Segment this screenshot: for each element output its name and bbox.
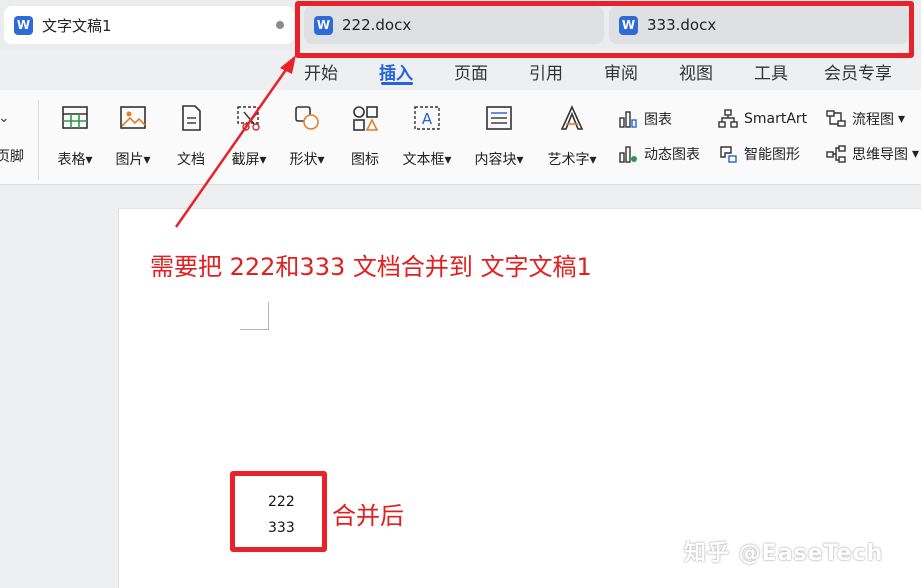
merged-line-333: 333 <box>268 520 295 536</box>
merged-content: 222 333 <box>268 489 295 541</box>
watermark: 知乎 @EaseTech <box>684 541 884 566</box>
merged-annotation: 合并后 <box>332 502 404 530</box>
instruction-annotation: 需要把 222和333 文档合并到 文字文稿1 <box>150 253 592 281</box>
annotation-arrow <box>174 55 296 228</box>
merged-line-222: 222 <box>268 494 295 510</box>
